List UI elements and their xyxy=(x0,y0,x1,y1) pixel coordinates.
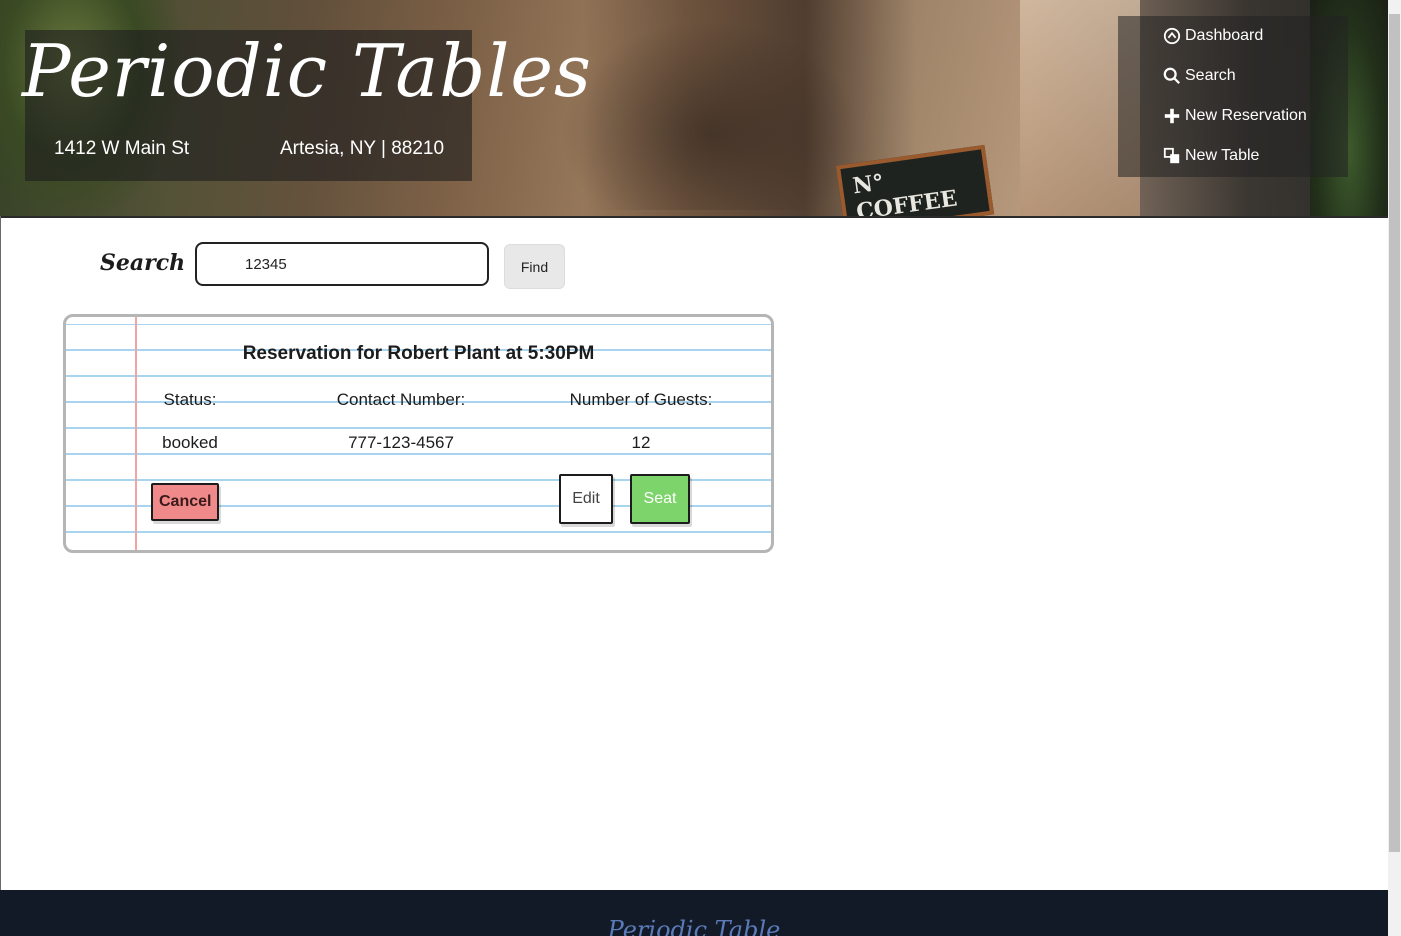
contact-label: Contact Number: xyxy=(336,390,466,409)
header-banner: N° COFFEE Periodic Tables 1412 W Main St… xyxy=(0,0,1388,218)
cancel-button[interactable]: Cancel xyxy=(151,483,219,521)
plus-icon xyxy=(1164,108,1180,124)
footer: Periodic Table xyxy=(0,890,1388,936)
reservation-title: Reservation for Robert Plant at 5:30PM xyxy=(242,343,595,364)
search-label: Search xyxy=(100,250,186,276)
nav-new-table-label: New Table xyxy=(1185,147,1260,164)
contact-value: 777-123-4567 xyxy=(348,433,454,452)
nav-dashboard-label: Dashboard xyxy=(1185,27,1264,44)
guests-label: Number of Guests: xyxy=(569,390,713,409)
dashboard-icon xyxy=(1163,27,1181,45)
search-icon xyxy=(1163,67,1180,84)
nav-search-label: Search xyxy=(1185,67,1236,84)
status-value: booked xyxy=(162,433,218,452)
footer-brand: Periodic Table xyxy=(607,916,781,936)
nav-dashboard[interactable]: Dashboard xyxy=(1163,27,1263,45)
search-input[interactable] xyxy=(195,242,489,286)
edit-button[interactable]: Edit xyxy=(559,474,613,524)
nav-new-reservation[interactable]: New Reservation xyxy=(1163,107,1307,125)
city-address: Artesia, NY | 88210 xyxy=(280,138,445,159)
site-title[interactable]: Periodic Tables xyxy=(22,26,592,116)
scrollbar-thumb[interactable] xyxy=(1389,14,1400,852)
nav-new-reservation-label: New Reservation xyxy=(1185,107,1307,124)
banner-furniture xyxy=(560,20,860,210)
seat-button[interactable]: Seat xyxy=(630,474,690,524)
street-address: 1412 W Main St xyxy=(54,138,190,159)
table-icon xyxy=(1163,147,1180,164)
nav-search[interactable]: Search xyxy=(1163,67,1236,85)
guests-value: 12 xyxy=(631,433,651,452)
nav-new-table[interactable]: New Table xyxy=(1163,147,1259,165)
find-button[interactable]: Find xyxy=(504,244,565,289)
page-edge xyxy=(0,216,1,890)
status-label: Status: xyxy=(163,390,217,409)
reservation-card: Reservation for Robert Plant at 5:30PM S… xyxy=(63,314,774,553)
